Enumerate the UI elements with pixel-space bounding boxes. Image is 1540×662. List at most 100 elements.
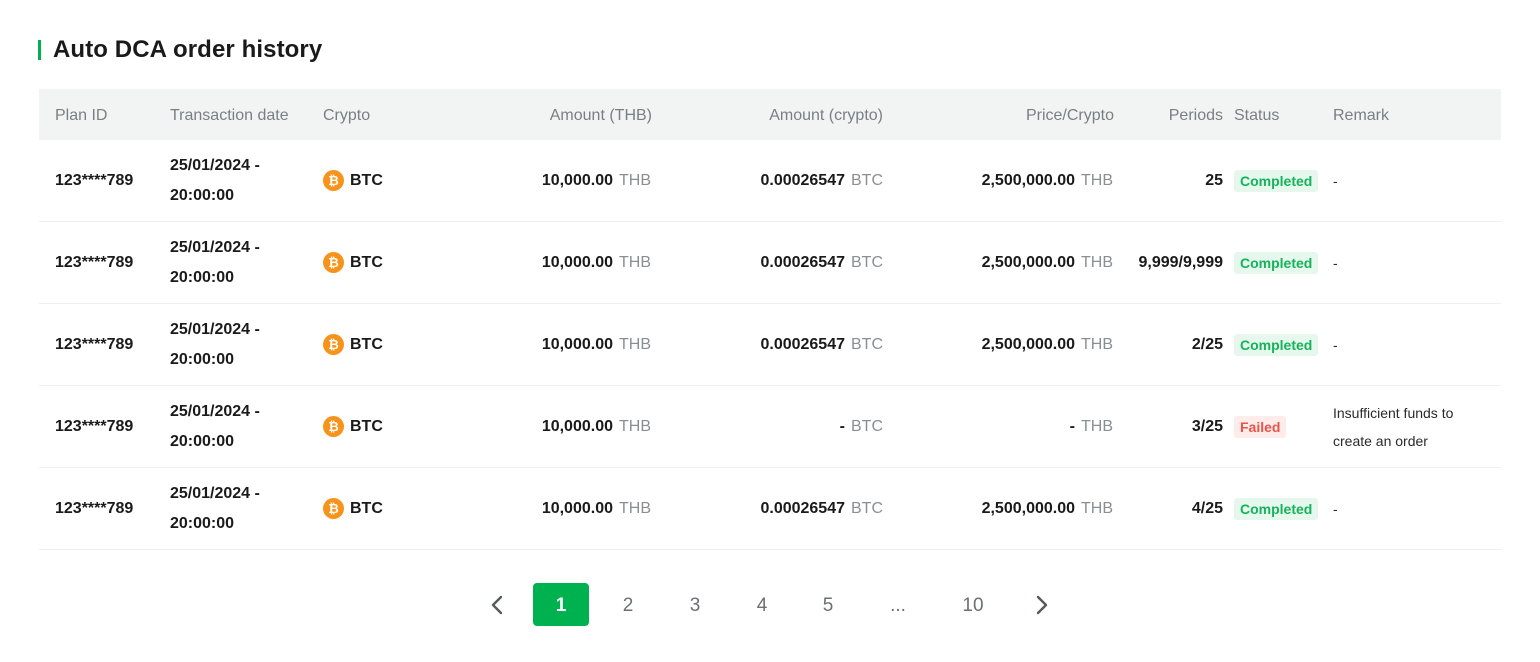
amount-crypto-cell: 0.00026547 BTC (760, 222, 883, 303)
price-cell: 2,500,000.00 THB (982, 304, 1113, 385)
remark-text: - (1333, 336, 1338, 353)
plan-id-cell: 123****789 (55, 335, 134, 353)
time-text: 20:00:00 (170, 186, 235, 204)
amount-crypto-value: 0.00026547 (760, 253, 845, 271)
amount-crypto-unit: BTC (851, 417, 883, 435)
price-cell: 2,500,000.00 THB (982, 468, 1113, 549)
header-periods: Periods (1168, 107, 1223, 124)
price-value: - (1069, 417, 1075, 435)
page-button-5[interactable]: 5 (800, 583, 856, 626)
date-text: 25/01/2024 - (170, 484, 260, 502)
status-cell: Completed (1234, 468, 1319, 549)
remark-text: - (1333, 254, 1338, 271)
status-badge: Completed (1234, 251, 1319, 274)
remark-text: Insufficient funds to create an order (1333, 404, 1454, 449)
price-unit: THB (1081, 253, 1113, 271)
bitcoin-icon: ₿ (323, 416, 344, 437)
bitcoin-icon: ₿ (323, 170, 344, 191)
price-value: 2,500,000.00 (981, 335, 1075, 353)
page-button-10[interactable]: 10 (945, 583, 1001, 626)
periods-cell: 4/25 (1191, 499, 1223, 517)
chevron-right-icon[interactable] (1025, 583, 1059, 626)
price-value: 2,500,000.00 (981, 499, 1075, 517)
amount-thb-cell: 10,000.00 THB (542, 386, 651, 467)
page-button-1[interactable]: 1 (533, 583, 589, 626)
status-cell: Failed (1234, 386, 1287, 467)
amount-thb-unit: THB (619, 499, 651, 517)
crypto-symbol: BTC (350, 335, 383, 353)
table-row: 123****789 25/01/2024 - 20:00:00 ₿ BTC 1… (39, 304, 1501, 386)
price-value: 2,500,000.00 (981, 171, 1075, 189)
remark-text: - (1333, 500, 1338, 517)
page-button-4[interactable]: 4 (734, 583, 790, 626)
crypto-cell: ₿ BTC (323, 386, 383, 467)
table-header: Plan ID Transaction date Crypto Amount (… (39, 89, 1501, 140)
amount-crypto-cell: 0.00026547 BTC (760, 468, 883, 549)
crypto-cell: ₿ BTC (323, 140, 383, 221)
title-accent-bar (38, 40, 41, 60)
amount-thb-value: 10,000.00 (541, 499, 613, 517)
price-unit: THB (1081, 499, 1113, 517)
amount-crypto-value: 0.00026547 (760, 171, 845, 189)
price-cell: 2,500,000.00 THB (982, 140, 1113, 221)
price-unit: THB (1081, 171, 1113, 189)
page-title: Auto DCA order history (53, 36, 323, 63)
price-value: 2,500,000.00 (981, 253, 1075, 271)
date-text: 25/01/2024 - (170, 320, 260, 338)
amount-thb-value: 10,000.00 (541, 253, 613, 271)
header-plan-id: Plan ID (55, 107, 108, 124)
amount-crypto-unit: BTC (851, 253, 883, 271)
table-row: 123****789 25/01/2024 - 20:00:00 ₿ BTC 1… (39, 386, 1501, 468)
amount-crypto-value: - (839, 417, 845, 435)
status-badge: Completed (1234, 497, 1319, 520)
crypto-symbol: BTC (350, 171, 383, 189)
amount-thb-unit: THB (619, 335, 651, 353)
transaction-date-cell: 25/01/2024 - 20:00:00 (170, 386, 260, 467)
price-cell: - THB (1070, 386, 1113, 467)
transaction-date-cell: 25/01/2024 - 20:00:00 (170, 304, 260, 385)
remark-cell: - (1333, 140, 1483, 221)
header-crypto: Crypto (323, 107, 371, 124)
amount-thb-value: 10,000.00 (541, 171, 613, 189)
status-badge: Completed (1234, 333, 1319, 356)
page-button-2[interactable]: 2 (600, 583, 656, 626)
amount-thb-value: 10,000.00 (541, 417, 613, 435)
amount-thb-cell: 10,000.00 THB (542, 468, 651, 549)
time-text: 20:00:00 (170, 268, 235, 286)
bitcoin-icon: ₿ (323, 334, 344, 355)
order-history-table: Plan ID Transaction date Crypto Amount (… (39, 89, 1501, 550)
amount-thb-cell: 10,000.00 THB (542, 304, 651, 385)
date-text: 25/01/2024 - (170, 156, 260, 174)
bitcoin-icon: ₿ (323, 252, 344, 273)
price-cell: 2,500,000.00 THB (982, 222, 1113, 303)
section-header: Auto DCA order history (38, 36, 322, 64)
remark-cell: Insufficient funds to create an order (1333, 386, 1483, 467)
status-badge: Completed (1234, 169, 1319, 192)
time-text: 20:00:00 (170, 514, 235, 532)
header-amount-thb: Amount (THB) (549, 107, 652, 124)
header-status: Status (1234, 107, 1280, 124)
amount-crypto-value: 0.00026547 (760, 335, 845, 353)
bitcoin-icon: ₿ (323, 498, 344, 519)
amount-thb-value: 10,000.00 (541, 335, 613, 353)
periods-cell: 2/25 (1191, 335, 1223, 353)
crypto-cell: ₿ BTC (323, 222, 383, 303)
chevron-left-icon[interactable] (480, 583, 514, 626)
periods-cell: 9,999/9,999 (1138, 253, 1223, 271)
transaction-date-cell: 25/01/2024 - 20:00:00 (170, 222, 260, 303)
amount-crypto-unit: BTC (851, 499, 883, 517)
header-amount-crypto: Amount (crypto) (769, 107, 883, 124)
remark-cell: - (1333, 222, 1483, 303)
amount-thb-unit: THB (619, 171, 651, 189)
price-unit: THB (1081, 417, 1113, 435)
periods-cell: 25 (1205, 171, 1223, 189)
amount-crypto-cell: 0.00026547 BTC (760, 140, 883, 221)
crypto-symbol: BTC (350, 499, 383, 517)
amount-crypto-cell: 0.00026547 BTC (760, 304, 883, 385)
time-text: 20:00:00 (170, 432, 235, 450)
transaction-date-cell: 25/01/2024 - 20:00:00 (170, 468, 260, 549)
time-text: 20:00:00 (170, 350, 235, 368)
page-button-3[interactable]: 3 (667, 583, 723, 626)
plan-id-cell: 123****789 (55, 417, 134, 435)
header-remark: Remark (1333, 107, 1390, 124)
